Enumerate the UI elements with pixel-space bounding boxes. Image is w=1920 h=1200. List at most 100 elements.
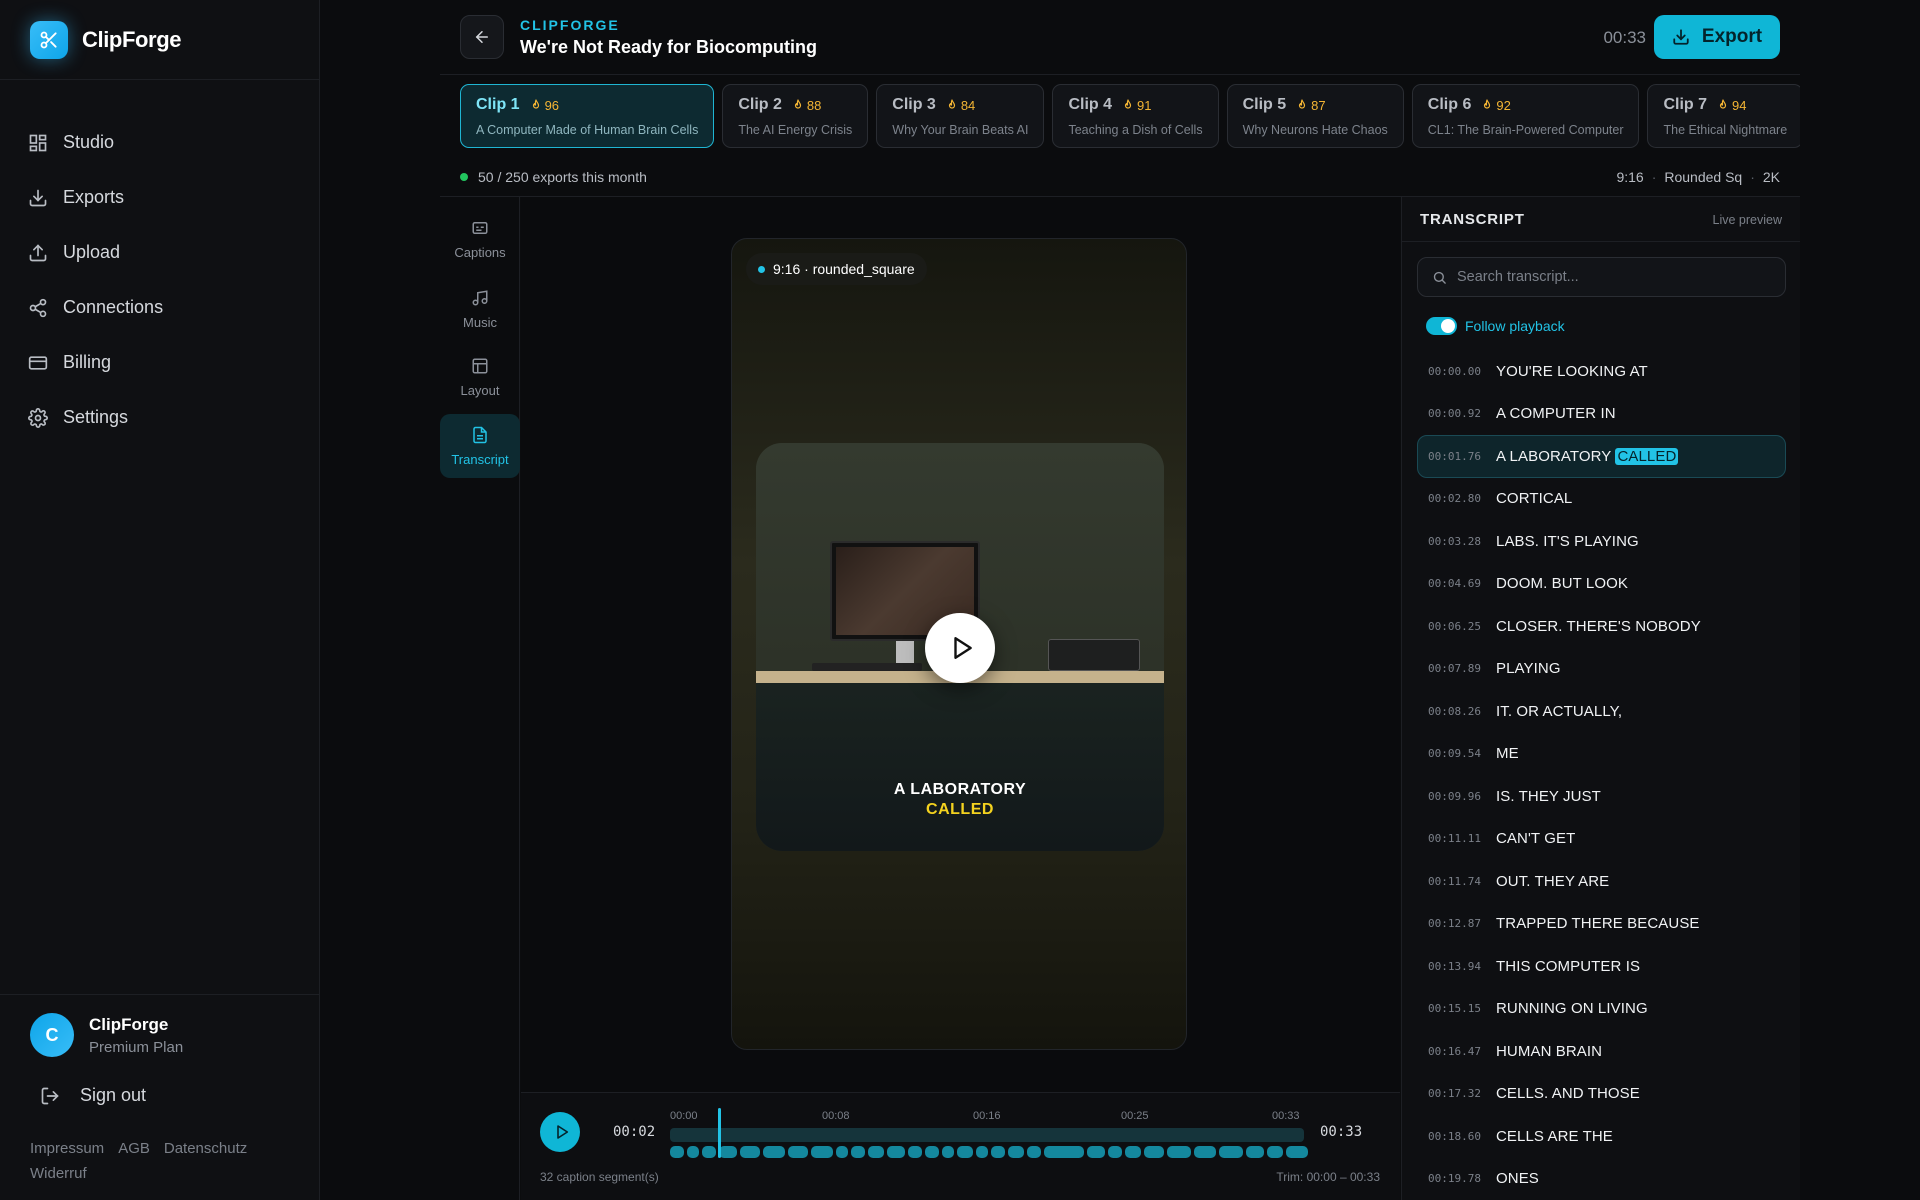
timeline-tick: 00:08	[822, 1110, 850, 1122]
footer-link-impressum[interactable]: Impressum	[30, 1140, 104, 1157]
caption-segment[interactable]	[1125, 1146, 1141, 1158]
timeline-track[interactable]	[670, 1128, 1304, 1142]
transcript-row[interactable]: 00:01.76 A LABORATORY CALLED	[1417, 435, 1786, 478]
toggle-switch[interactable]	[1426, 317, 1457, 335]
clip-tab-4[interactable]: Clip 4 91 Teaching a Dish of Cells	[1052, 84, 1219, 148]
sidebar-item-settings[interactable]: Settings	[28, 390, 163, 445]
transcript-row[interactable]: 00:06.25 CLOSER. THERE'S NOBODY	[1417, 605, 1786, 648]
transcript-row[interactable]: 00:17.32 CELLS. AND THOSE	[1417, 1073, 1786, 1116]
caption-segment[interactable]	[788, 1146, 808, 1158]
caption-segment[interactable]	[991, 1146, 1005, 1158]
sidebar-item-exports[interactable]: Exports	[28, 170, 163, 225]
caption-segment[interactable]	[836, 1146, 848, 1158]
transcript-row[interactable]: 00:11.74 OUT. THEY ARE	[1417, 860, 1786, 903]
follow-playback-toggle[interactable]: Follow playback	[1426, 317, 1565, 335]
caption-segment[interactable]	[1008, 1146, 1024, 1158]
transcript-row[interactable]: 00:16.47 HUMAN BRAIN	[1417, 1030, 1786, 1073]
caption-segment[interactable]	[670, 1146, 684, 1158]
caption-segment[interactable]	[1194, 1146, 1216, 1158]
timeline-play-button[interactable]	[540, 1112, 580, 1152]
caption-segment[interactable]	[1108, 1146, 1122, 1158]
resolution: 2K	[1762, 169, 1780, 185]
caption-segment[interactable]	[925, 1146, 939, 1158]
caption-segment[interactable]	[957, 1146, 973, 1158]
clip-score: 96	[530, 98, 559, 113]
transcript-row[interactable]: 00:18.60 CELLS ARE THE	[1417, 1115, 1786, 1158]
transcript-row[interactable]: 00:03.28 LABS. IT'S PLAYING	[1417, 520, 1786, 563]
transcript-words: IS. THEY JUST	[1496, 787, 1601, 805]
transcript-words: HUMAN BRAIN	[1496, 1042, 1603, 1060]
footer-link-datenschutz[interactable]: Datenschutz	[164, 1140, 247, 1157]
transcript-row[interactable]: 00:19.78 ONES	[1417, 1158, 1786, 1200]
footer-link-agb[interactable]: AGB	[118, 1140, 150, 1157]
transcript-row[interactable]: 00:04.69 DOOM. BUT LOOK	[1417, 563, 1786, 606]
tool-layout[interactable]: Layout	[440, 345, 520, 409]
transcript-text: HUMAN BRAIN	[1496, 1043, 1602, 1060]
transcript-search-input[interactable]	[1457, 269, 1777, 285]
sidebar-item-billing[interactable]: Billing	[28, 335, 163, 390]
transcript-row[interactable]: 00:11.11 CAN'T GET	[1417, 818, 1786, 861]
caption-segment[interactable]	[740, 1146, 760, 1158]
caption-segment[interactable]	[702, 1146, 716, 1158]
tool-music[interactable]: Music	[440, 277, 520, 341]
grid-icon	[29, 134, 47, 151]
transcript-row[interactable]: 00:02.80 CORTICAL	[1417, 478, 1786, 521]
video-preview[interactable]: 9:16 · rounded_square A LABORATORY CALLE…	[731, 238, 1187, 1050]
user-plan: Premium Plan	[89, 1038, 184, 1056]
app-window: ClipForge Studio Exports Upload Connecti…	[0, 0, 1920, 1200]
caption-segment[interactable]	[908, 1146, 922, 1158]
sidebar-item-studio[interactable]: Studio	[28, 115, 163, 170]
back-button[interactable]	[460, 15, 504, 59]
transcript-row[interactable]: 00:15.15 RUNNING ON LIVING	[1417, 988, 1786, 1031]
transcript-row[interactable]: 00:00.00 YOU'RE LOOKING AT	[1417, 350, 1786, 393]
caption-segment[interactable]	[1246, 1146, 1264, 1158]
export-label: Export	[1701, 26, 1763, 47]
sidebar-item-upload[interactable]: Upload	[28, 225, 163, 280]
transcript-search[interactable]	[1417, 257, 1786, 297]
clip-tab-1[interactable]: Clip 1 96 A Computer Made of Human Brain C…	[460, 84, 715, 148]
caption-segment[interactable]	[851, 1146, 865, 1158]
timeline-playhead[interactable]	[718, 1108, 722, 1158]
caption-segment[interactable]	[719, 1146, 737, 1158]
clip-tab-2[interactable]: Clip 2 88 The AI Energy Crisis	[722, 84, 869, 148]
upload-icon	[29, 243, 47, 261]
clip-tab-3[interactable]: Clip 3 84 Why Your Brain Beats AI	[876, 84, 1045, 148]
transcript-row[interactable]: 00:12.87 TRAPPED THERE BECAUSE	[1417, 903, 1786, 946]
caption-segment[interactable]	[942, 1146, 954, 1158]
user-profile[interactable]: C ClipForge Premium Plan	[30, 1013, 183, 1057]
transcript-words: ME	[1496, 745, 1519, 763]
transcript-row[interactable]: 00:13.94 THIS COMPUTER IS	[1417, 945, 1786, 988]
transcript-row[interactable]: 00:00.92 A COMPUTER IN	[1417, 393, 1786, 436]
tool-transcript[interactable]: Transcript	[440, 414, 520, 478]
caption-segment[interactable]	[1027, 1146, 1041, 1158]
caption-segment[interactable]	[1290, 1146, 1308, 1158]
tool-captions[interactable]: Captions	[440, 207, 520, 271]
caption-segment[interactable]	[811, 1146, 833, 1158]
caption-segment[interactable]	[1267, 1146, 1283, 1158]
caption-segment[interactable]	[1144, 1146, 1164, 1158]
header-brand: CLIPFORGE	[520, 17, 620, 33]
export-button[interactable]: Export	[1654, 15, 1780, 59]
sidebar-item-connections[interactable]: Connections	[28, 280, 163, 335]
clip-tab-7[interactable]: Clip 7 94 The Ethical Nightmare	[1647, 84, 1800, 148]
brand[interactable]: ClipForge	[30, 20, 181, 60]
caption-segment[interactable]	[1219, 1146, 1243, 1158]
caption-segment[interactable]	[868, 1146, 884, 1158]
caption-segment[interactable]	[887, 1146, 905, 1158]
caption-segment[interactable]	[1044, 1146, 1084, 1158]
transcript-row[interactable]: 00:09.96 IS. THEY JUST	[1417, 775, 1786, 818]
timeline-tick: 00:25	[1121, 1110, 1149, 1122]
caption-segment[interactable]	[1167, 1146, 1191, 1158]
transcript-row[interactable]: 00:07.89 PLAYING	[1417, 648, 1786, 691]
clip-tab-6[interactable]: Clip 6 92 CL1: The Brain-Powered Computer	[1411, 84, 1640, 148]
caption-segment[interactable]	[763, 1146, 785, 1158]
caption-segment[interactable]	[687, 1146, 699, 1158]
sign-out-button[interactable]: Sign out	[40, 1085, 146, 1106]
transcript-row[interactable]: 00:08.26 IT. OR ACTUALLY,	[1417, 690, 1786, 733]
clip-tab-5[interactable]: Clip 5 87 Why Neurons Hate Chaos	[1226, 84, 1404, 148]
footer-link-widerruf[interactable]: Widerruf	[30, 1165, 87, 1182]
caption-segment[interactable]	[976, 1146, 988, 1158]
preview-play-button[interactable]	[925, 613, 995, 683]
caption-segment[interactable]	[1087, 1146, 1105, 1158]
transcript-row[interactable]: 00:09.54 ME	[1417, 733, 1786, 776]
